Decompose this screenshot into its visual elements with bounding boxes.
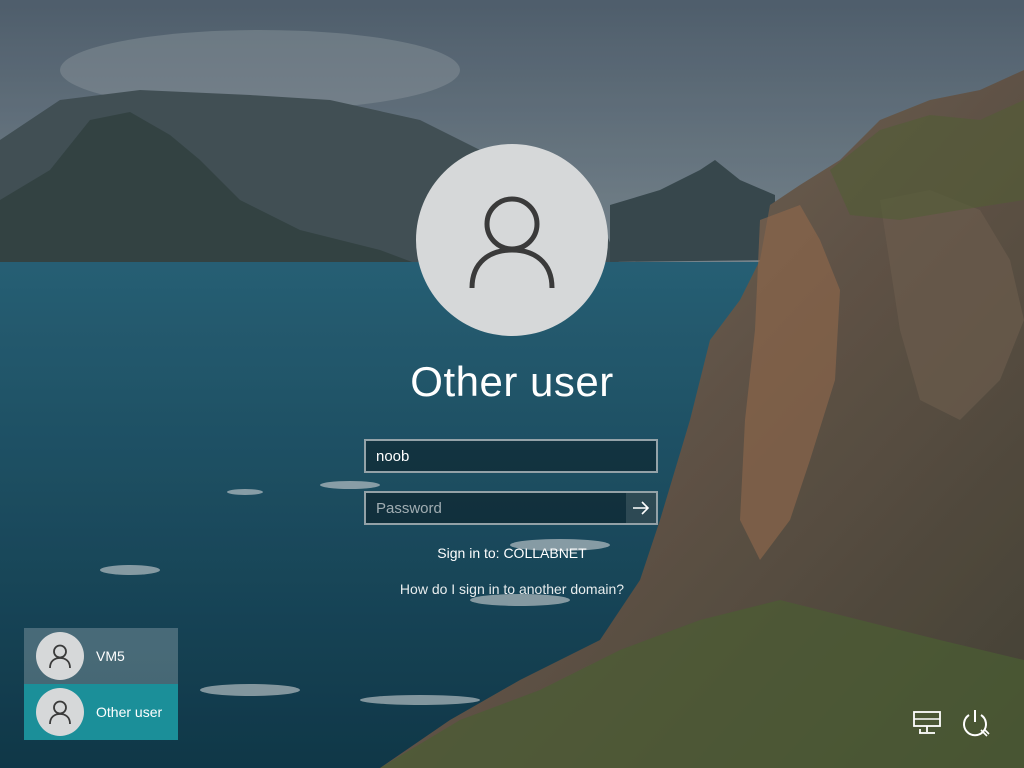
arrow-right-icon — [633, 501, 650, 515]
user-tile-label: Other user — [96, 704, 163, 720]
sign-in-domain: Sign in to: COLLABNET — [437, 545, 587, 561]
user-avatar — [416, 144, 608, 336]
avatar — [36, 632, 84, 680]
user-tile-other-user[interactable]: Other user — [24, 684, 178, 740]
avatar — [36, 688, 84, 736]
other-domain-help-link[interactable]: How do I sign in to another domain? — [0, 581, 1024, 597]
password-row — [364, 491, 658, 525]
password-input[interactable] — [364, 491, 658, 525]
lock-screen: Other user Sign in to: COLLABNET How do … — [0, 0, 1024, 768]
user-switcher: VM5 Other user — [24, 628, 178, 740]
account-name: Other user — [410, 358, 614, 405]
username-input[interactable] — [364, 439, 658, 473]
user-tile-label: VM5 — [96, 648, 125, 664]
user-silhouette-icon — [49, 644, 71, 669]
power-icon — [963, 710, 990, 737]
network-icon — [913, 711, 941, 734]
user-silhouette-icon — [49, 700, 71, 725]
submit-button[interactable] — [626, 493, 656, 523]
power-button[interactable] — [958, 706, 992, 740]
user-tile-vm5[interactable]: VM5 — [24, 628, 178, 684]
user-silhouette-icon — [469, 196, 555, 289]
network-button[interactable] — [910, 706, 944, 740]
